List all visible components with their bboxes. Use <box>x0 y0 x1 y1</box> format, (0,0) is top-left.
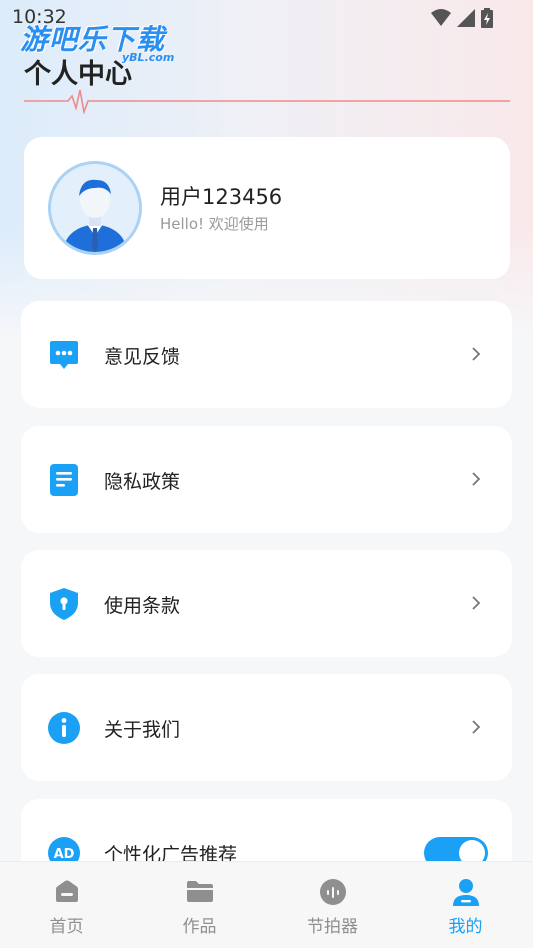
status-icons <box>431 8 493 28</box>
battery-icon <box>481 8 493 28</box>
menu-label-about-us: 关于我们 <box>104 719 181 741</box>
chat-bubble-icon <box>50 341 78 369</box>
menu-label-privacy-policy: 隐私政策 <box>104 471 181 493</box>
menu-item-about-us[interactable]: 关于我们 <box>21 674 512 781</box>
avatar-person-icon <box>51 164 139 252</box>
avatar[interactable] <box>48 161 142 255</box>
bottom-tab-bar: 首页 作品 节拍器 我的 <box>0 861 533 948</box>
signal-icon <box>457 9 475 27</box>
tab-metronome[interactable]: 节拍器 <box>266 862 399 948</box>
username: 用户123456 <box>160 185 283 209</box>
user-icon <box>452 879 479 906</box>
menu-item-feedback[interactable]: 意见反馈 <box>21 301 512 408</box>
tab-works[interactable]: 作品 <box>133 862 266 948</box>
shield-lock-icon <box>50 588 78 620</box>
folder-icon <box>186 881 213 902</box>
document-icon <box>50 464 78 496</box>
chevron-right-icon <box>472 347 481 361</box>
menu-label-feedback: 意见反馈 <box>104 346 181 368</box>
svg-text:AD: AD <box>54 847 75 862</box>
chevron-right-icon <box>472 596 481 610</box>
metronome-icon <box>319 879 346 905</box>
tab-home[interactable]: 首页 <box>0 862 133 948</box>
profile-card[interactable]: 用户123456 Hello! 欢迎使用 <box>24 137 510 279</box>
welcome-text: Hello! 欢迎使用 <box>160 215 269 233</box>
tab-mine[interactable]: 我的 <box>399 862 532 948</box>
menu-item-privacy-policy[interactable]: 隐私政策 <box>21 426 512 533</box>
heartbeat-line <box>24 89 510 114</box>
menu-item-terms-of-use[interactable]: 使用条款 <box>21 550 512 657</box>
wifi-icon <box>431 9 451 26</box>
info-icon <box>48 712 80 744</box>
tab-label-metronome: 节拍器 <box>307 917 358 937</box>
menu-label-terms-of-use: 使用条款 <box>104 595 181 617</box>
tab-label-home: 首页 <box>49 917 84 937</box>
home-icon <box>55 880 78 902</box>
tab-label-mine: 我的 <box>448 917 483 937</box>
chevron-right-icon <box>472 472 481 486</box>
chevron-right-icon <box>472 720 481 734</box>
tab-label-works: 作品 <box>182 917 217 937</box>
page-title: 个人中心 <box>24 59 132 90</box>
